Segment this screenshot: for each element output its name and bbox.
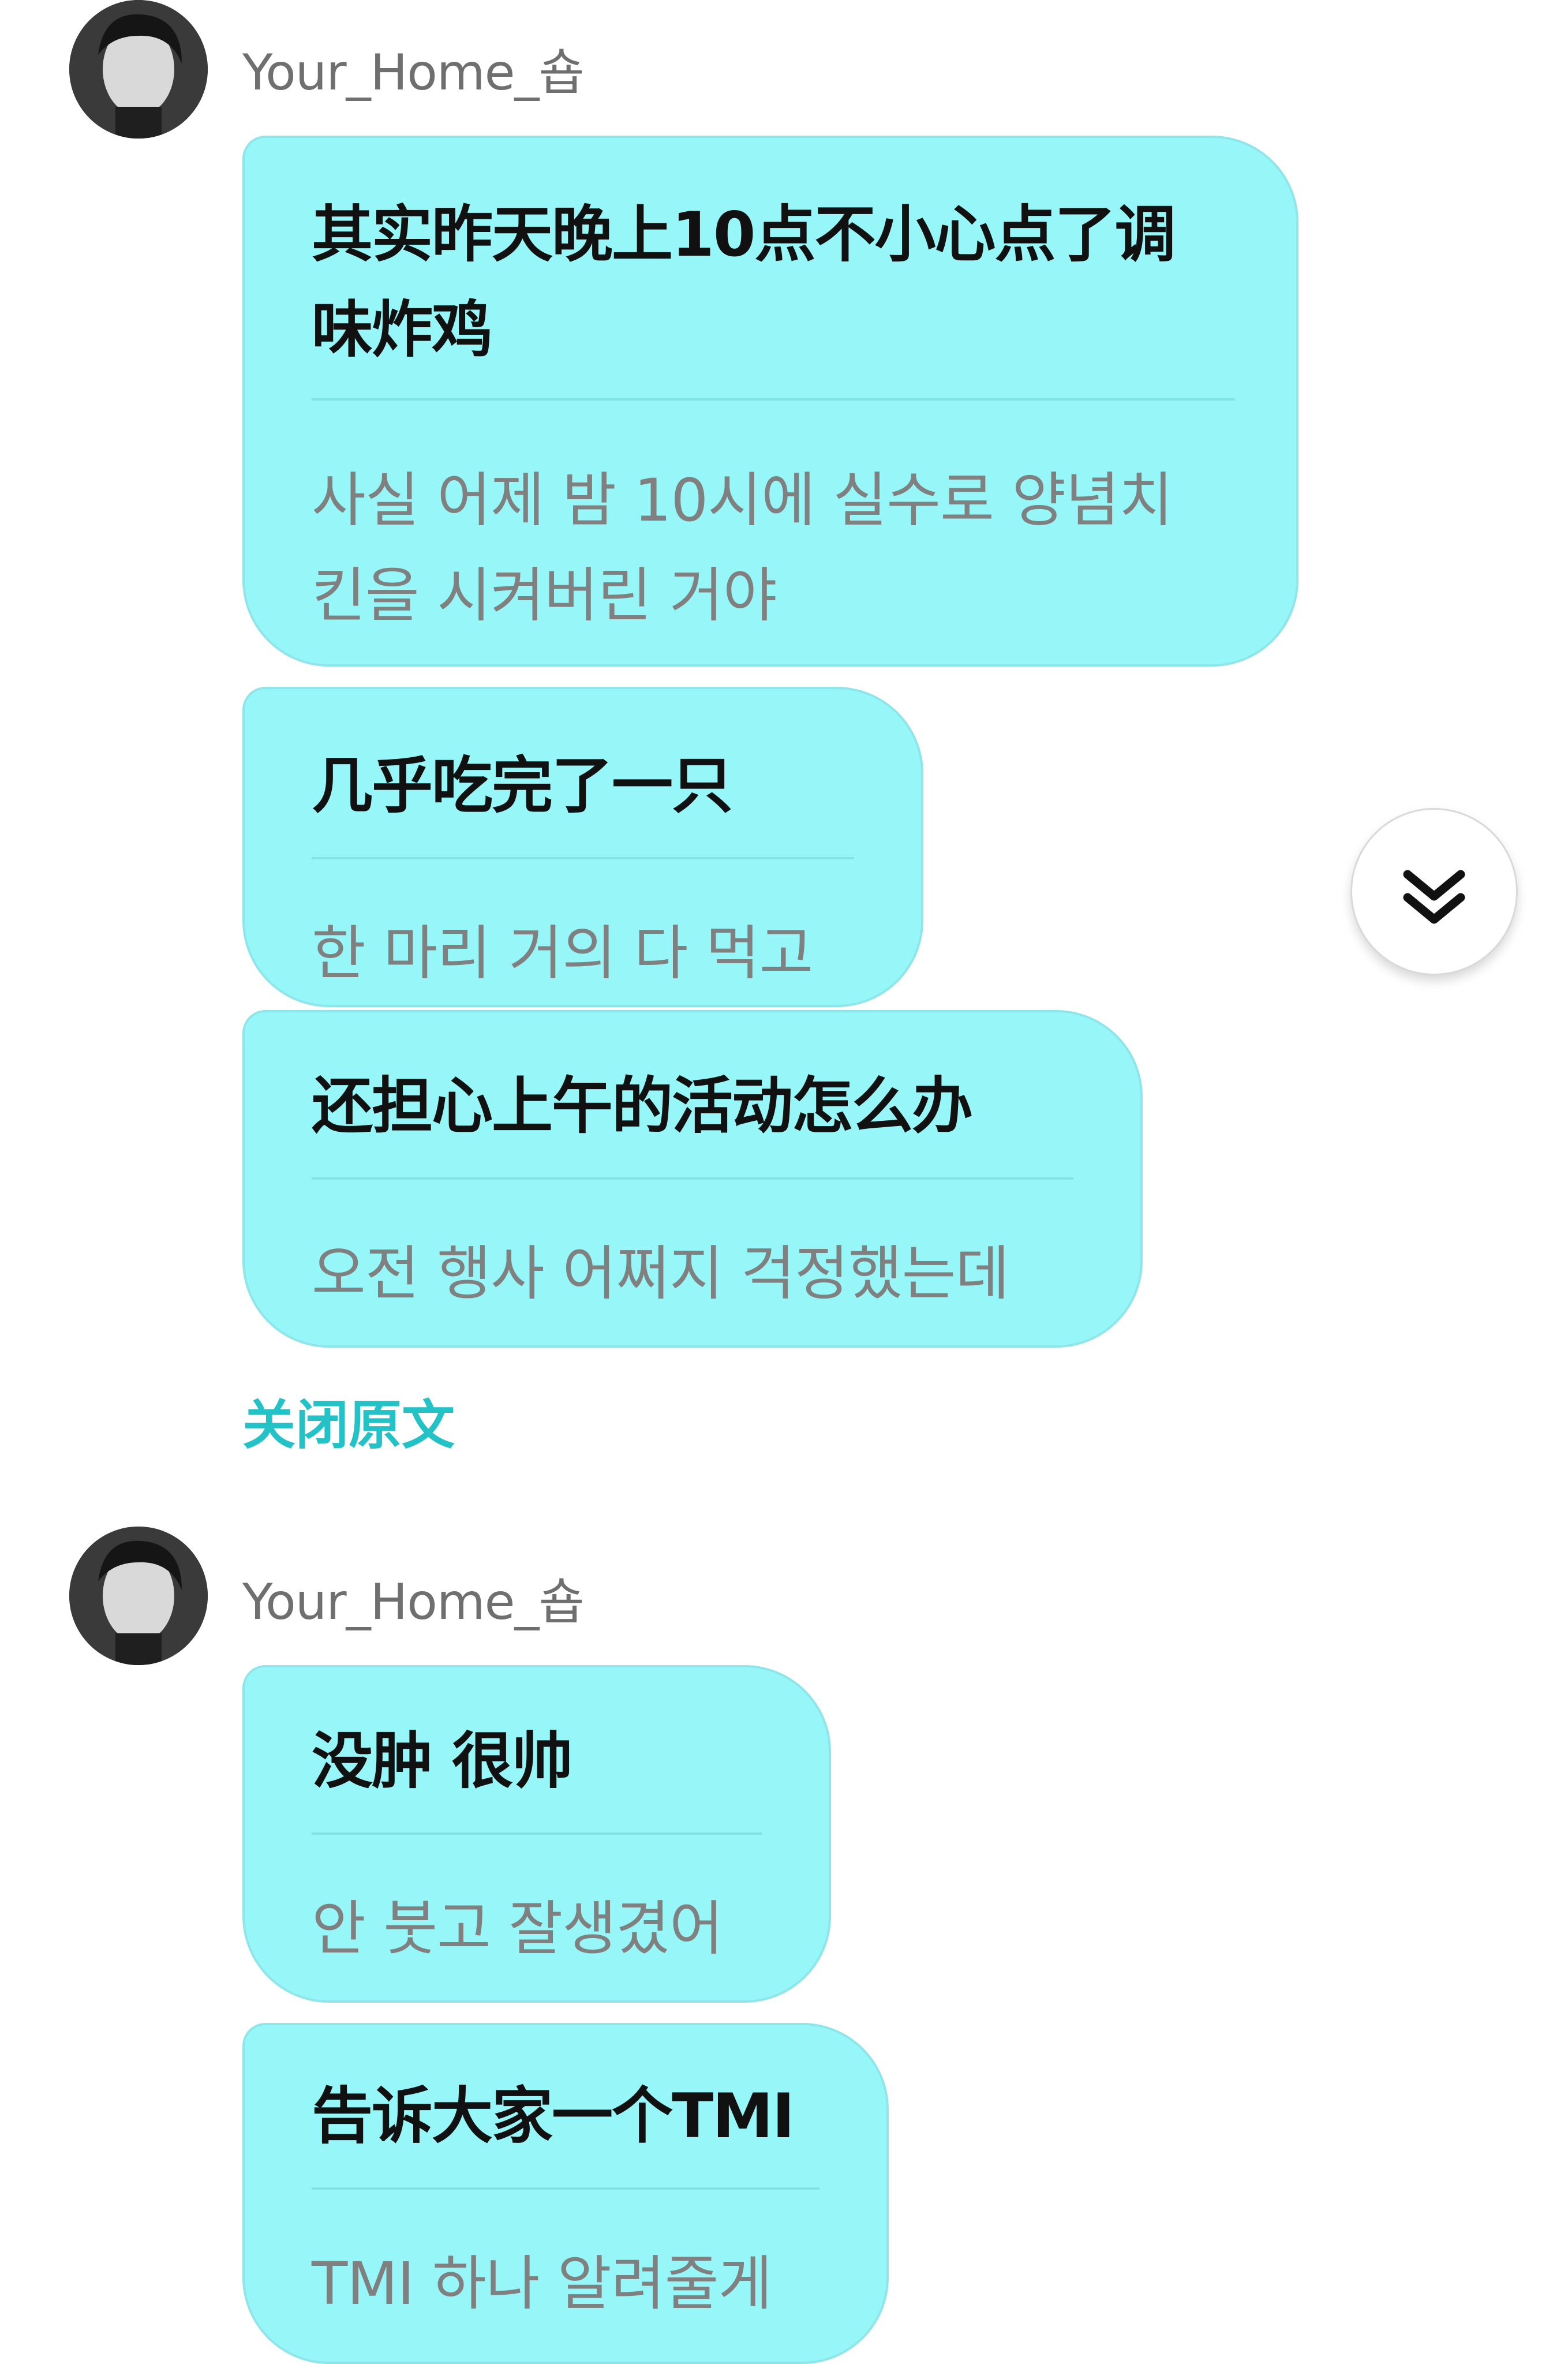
translated-text-line: 还担心上午的活动怎么办 <box>312 1071 973 1142</box>
translation-divider <box>312 1832 762 1835</box>
translation-divider <box>312 1177 1073 1180</box>
translated-text-line: 几乎吃完了一只 <box>312 750 733 821</box>
translation-divider <box>312 857 854 859</box>
original-text-line: 안 붓고 잘생겼어 <box>312 1895 724 1963</box>
translated-text-line: 味炸鸡 <box>312 294 493 365</box>
scroll-to-bottom-button[interactable] <box>1350 808 1518 975</box>
username: Your_Home_숍 <box>242 44 585 102</box>
translation-divider <box>312 398 1235 401</box>
user-avatar-icon <box>69 0 208 139</box>
original-text-line: 한 마리 거의 다 먹고 <box>312 919 813 988</box>
double-chevron-down-icon <box>1403 870 1465 924</box>
original-text-line: 사실 어제 밤 10시에 실수로 양념치 <box>312 466 1173 535</box>
avatar[interactable] <box>69 0 208 139</box>
translated-text-line: 告诉大家一个TMI <box>312 2081 795 2152</box>
translation-divider <box>312 2187 819 2190</box>
close-original-button[interactable]: 关闭原文 <box>242 1382 455 1459</box>
user-avatar-icon <box>69 1527 208 1665</box>
translated-text-line: 其实昨天晚上10点不小心点了调 <box>312 199 1176 270</box>
username: Your_Home_숍 <box>242 1573 585 1631</box>
avatar[interactable] <box>69 1527 208 1665</box>
original-text-line: TMI 하나 알려줄게 <box>312 2250 772 2318</box>
translated-text-line: 没肿 很帅 <box>312 1726 573 1797</box>
original-text-line: 킨을 시켜버린 거야 <box>312 562 777 630</box>
original-text-line: 오전 행사 어쩌지 걱정했는데 <box>312 1240 1009 1308</box>
